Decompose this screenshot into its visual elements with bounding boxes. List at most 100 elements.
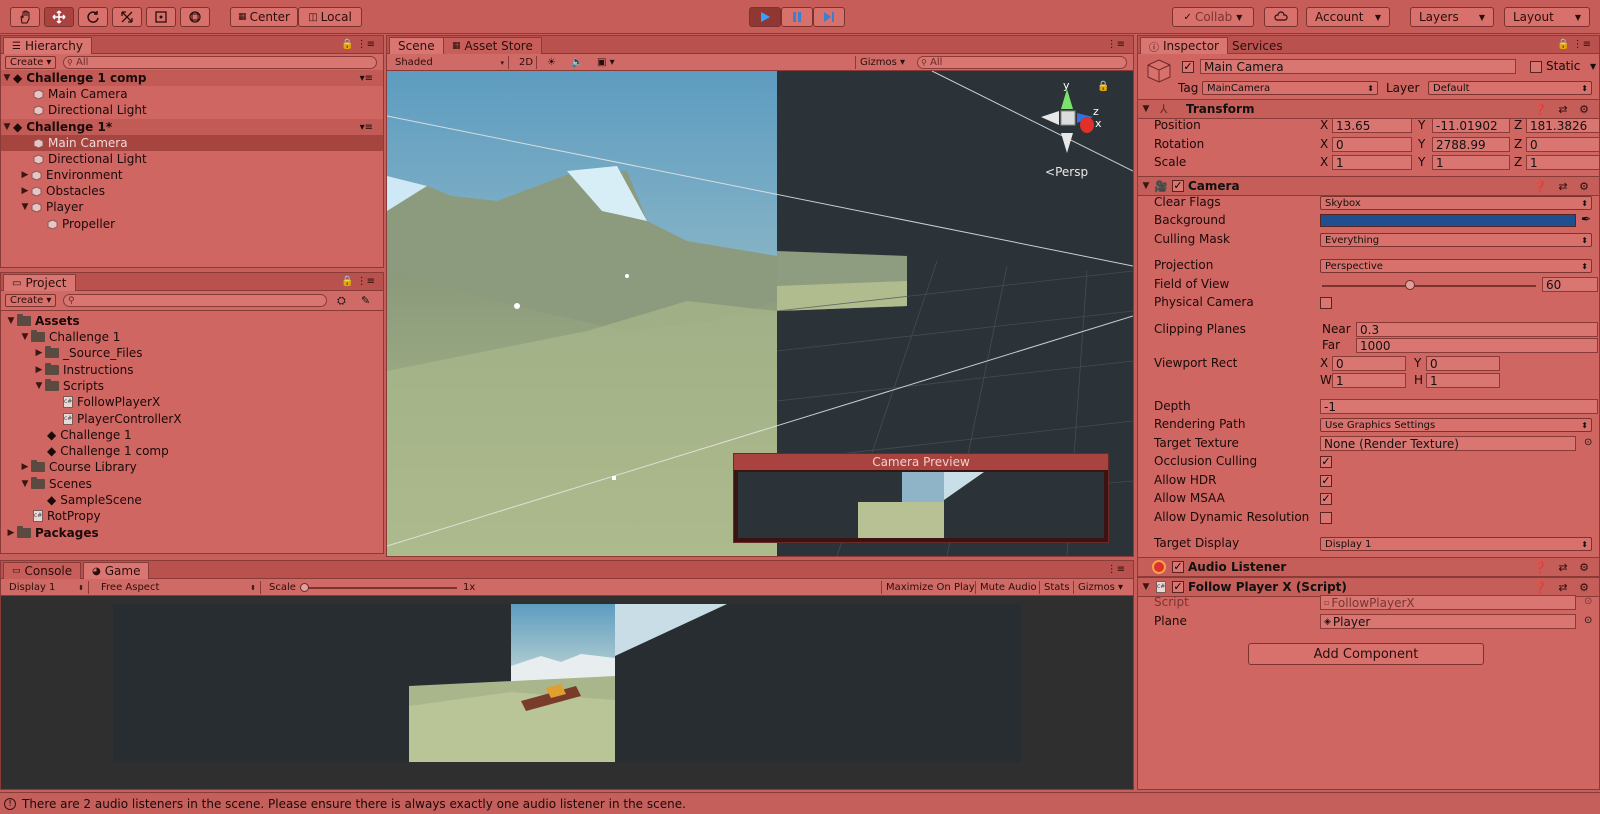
rotation-y-input[interactable]: 2788.99 — [1432, 137, 1510, 152]
project-folder[interactable]: ▶ Packages — [1, 525, 383, 541]
scale-y-input[interactable]: 1 — [1432, 155, 1510, 170]
expand-right-icon[interactable]: ▶ — [19, 170, 31, 180]
camera-enabled-checkbox[interactable]: ✓ — [1172, 180, 1184, 192]
position-y-input[interactable]: -11.01902 — [1432, 118, 1510, 133]
project-asset[interactable]: ◆ SampleScene — [1, 492, 383, 508]
move-tool-button[interactable] — [44, 7, 74, 27]
lock-icon[interactable]: 🔒 — [1097, 81, 1109, 92]
background-color-swatch[interactable] — [1320, 214, 1576, 227]
game-gizmos-dropdown[interactable]: Gizmos ▾ — [1073, 581, 1127, 594]
hierarchy-item[interactable]: Directional Light — [1, 151, 383, 167]
depth-input[interactable]: -1 — [1320, 399, 1598, 414]
hand-tool-button[interactable] — [10, 7, 40, 27]
follow-player-enabled-checkbox[interactable]: ✓ — [1172, 581, 1184, 593]
project-asset[interactable]: ◆ Challenge 1 — [1, 427, 383, 443]
transform-component-header[interactable]: ▼ ⅄ Transform ❓ ⇄ ⚙ — [1138, 99, 1599, 119]
pause-button[interactable] — [781, 7, 813, 27]
hierarchy-item[interactable]: ▶ Obstacles — [1, 183, 383, 199]
display-dropdown[interactable]: Display 1 ⬍ — [5, 581, 89, 594]
hierarchy-scene-row[interactable]: ▼ ◆ Challenge 1 comp ▾≡ — [1, 70, 383, 86]
fov-slider-thumb[interactable] — [1404, 280, 1415, 290]
allow-dynamic-resolution-checkbox[interactable] — [1320, 512, 1332, 524]
rotation-x-input[interactable]: 0 — [1332, 137, 1412, 152]
tab-inspector[interactable]: ⓘ Inspector — [1140, 37, 1228, 54]
project-asset[interactable]: ◆ Challenge 1 comp — [1, 443, 383, 459]
camera-component-header[interactable]: ▼ 🎥 ✓ Camera ❓ ⇄ ⚙ — [1138, 176, 1599, 196]
scene-viewport[interactable]: y z x 🔒 <Persp Camera Preview — [387, 71, 1133, 556]
hierarchy-item-selected[interactable]: Main Camera — [1, 135, 383, 151]
toggle-2d-button[interactable]: 2D — [515, 56, 537, 69]
play-button[interactable] — [749, 7, 781, 27]
audio-listener-enabled-checkbox[interactable]: ✓ — [1172, 561, 1184, 573]
tab-game[interactable]: ◕ Game — [83, 562, 150, 579]
add-component-button[interactable]: Add Component — [1248, 643, 1484, 665]
object-name-input[interactable]: Main Camera — [1200, 59, 1516, 74]
component-header-icons[interactable]: ❓ ⇄ ⚙ — [1533, 180, 1593, 193]
viewport-y-input[interactable]: 0 — [1426, 356, 1500, 371]
expand-right-icon[interactable]: ▶ — [33, 348, 45, 358]
hierarchy-scene-row[interactable]: ▼ ◆ Challenge 1* ▾≡ — [1, 119, 383, 135]
rotation-z-input[interactable]: 0 — [1526, 137, 1600, 152]
stats-toggle[interactable]: Stats — [1039, 581, 1074, 594]
hierarchy-item[interactable]: Main Camera — [1, 86, 383, 102]
scale-tool-button[interactable] — [112, 7, 142, 27]
physical-camera-checkbox[interactable] — [1320, 297, 1332, 309]
step-button[interactable] — [813, 7, 845, 27]
static-checkbox[interactable] — [1530, 61, 1542, 73]
project-asset[interactable]: c# FollowPlayerX — [1, 394, 383, 410]
tab-hierarchy[interactable]: ☰ Hierarchy — [3, 37, 92, 54]
expand-right-icon[interactable]: ▶ — [19, 462, 31, 472]
viewport-w-input[interactable]: 1 — [1332, 373, 1406, 388]
scale-slider-thumb[interactable] — [300, 583, 309, 592]
lighting-toggle[interactable]: ☀ — [543, 56, 563, 69]
audio-listener-component-header[interactable]: ✓ Audio Listener ❓ ⇄ ⚙ — [1138, 557, 1599, 577]
object-picker-icon[interactable]: ⊙ — [1584, 437, 1592, 448]
dropdown-arrow-icon[interactable]: ▼ — [1590, 62, 1596, 71]
effects-dropdown[interactable]: ▣ ▾ — [593, 56, 623, 69]
projection-toggle[interactable]: <Persp — [1045, 165, 1088, 179]
shading-mode-dropdown[interactable]: Shaded ▾ — [391, 56, 509, 69]
pivot-center-button[interactable]: ▦ Center — [230, 7, 298, 27]
projection-dropdown[interactable]: Perspective — [1320, 259, 1592, 273]
project-folder[interactable]: ▼ Assets — [1, 313, 383, 329]
expand-right-icon[interactable]: ▶ — [5, 528, 17, 538]
hierarchy-item[interactable]: Propeller — [1, 216, 383, 232]
project-folder[interactable]: ▼ Scenes — [1, 476, 383, 492]
rotate-tool-button[interactable] — [78, 7, 108, 27]
mute-audio-toggle[interactable]: Mute Audio — [975, 581, 1041, 594]
expand-down-icon[interactable]: ▼ — [33, 381, 45, 391]
space-local-button[interactable]: ◫ Local — [298, 7, 362, 27]
scale-z-input[interactable]: 1 — [1526, 155, 1600, 170]
panel-menu-icon[interactable]: 🔒 ⋮≡ — [337, 275, 379, 288]
tab-project[interactable]: ▭ Project — [3, 274, 76, 291]
allow-msaa-checkbox[interactable]: ✓ — [1320, 493, 1332, 505]
project-folder[interactable]: ▼ Challenge 1 — [1, 329, 383, 345]
expand-right-icon[interactable]: ▶ — [19, 186, 31, 196]
status-bar[interactable]: ! There are 2 audio listeners in the sce… — [0, 792, 1600, 814]
transform-tool-button[interactable] — [180, 7, 210, 27]
audio-toggle[interactable]: 🔈 — [567, 56, 587, 69]
rendering-path-dropdown[interactable]: Use Graphics Settings — [1320, 418, 1592, 432]
layers-dropdown[interactable]: Layers ▼ — [1410, 7, 1494, 27]
filter-label-icon[interactable]: ✎ — [361, 294, 370, 307]
culling-mask-dropdown[interactable]: Everything — [1320, 233, 1592, 247]
hierarchy-item[interactable]: ▼ Player — [1, 199, 383, 215]
target-texture-field[interactable]: None (Render Texture) — [1320, 436, 1576, 451]
project-folder[interactable]: ▶ Course Library — [1, 459, 383, 475]
expand-down-icon[interactable]: ▼ — [19, 332, 31, 342]
position-z-input[interactable]: 181.3826 — [1526, 118, 1600, 133]
filter-type-icon[interactable]: ⛭ — [337, 294, 346, 308]
scene-search-input[interactable]: ⚲ All — [917, 56, 1127, 69]
row-menu-icon[interactable]: ▾≡ — [360, 73, 373, 84]
game-viewport[interactable] — [1, 596, 1133, 789]
tab-scene[interactable]: Scene — [389, 37, 444, 54]
project-folder[interactable]: ▶ _Source_Files — [1, 345, 383, 361]
orientation-gizmo[interactable]: y z x — [1037, 79, 1117, 161]
expand-down-icon[interactable]: ▼ — [5, 316, 17, 326]
hierarchy-item[interactable]: Directional Light — [1, 102, 383, 118]
occlusion-culling-checkbox[interactable]: ✓ — [1320, 456, 1332, 468]
expand-down-icon[interactable]: ▼ — [19, 202, 31, 212]
tab-asset-store[interactable]: ▦ Asset Store — [443, 37, 542, 54]
hierarchy-search-input[interactable]: ⚲ All — [63, 56, 377, 69]
maximize-on-play-toggle[interactable]: Maximize On Play — [881, 581, 979, 594]
